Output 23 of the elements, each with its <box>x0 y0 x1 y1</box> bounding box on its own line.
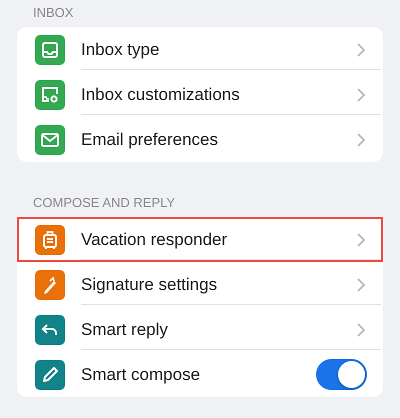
row-label: Smart reply <box>81 320 169 340</box>
section-header: COMPOSE AND REPLY <box>32 194 176 212</box>
settings-row[interactable]: Inbox type <box>17 27 383 72</box>
row-label: Smart compose <box>81 364 202 384</box>
settings-row[interactable]: Vacation responder <box>17 217 383 262</box>
settings-row[interactable]: Inbox customizations <box>17 72 383 117</box>
row-label: Signature settings <box>81 274 218 294</box>
row-label: Email preferences <box>81 130 220 150</box>
chevron-icon <box>357 88 365 102</box>
chevron-icon <box>357 322 365 336</box>
row-label: Inbox customizations <box>81 84 241 104</box>
section-header: INBOX <box>32 4 74 22</box>
settings-row[interactable]: Signature settings <box>17 262 383 307</box>
chevron-icon <box>357 232 365 246</box>
settings-row[interactable]: Smart reply <box>17 307 383 352</box>
chevron-icon <box>357 132 365 146</box>
settings-row[interactable]: Email preferences <box>17 117 383 162</box>
row-label: Inbox type <box>81 40 160 60</box>
chevron-icon <box>357 278 365 292</box>
chevron-icon <box>357 42 365 56</box>
toggle-switch[interactable] <box>316 359 367 390</box>
row-label: Vacation responder <box>81 230 228 250</box>
settings-row[interactable]: Smart compose <box>17 352 383 397</box>
